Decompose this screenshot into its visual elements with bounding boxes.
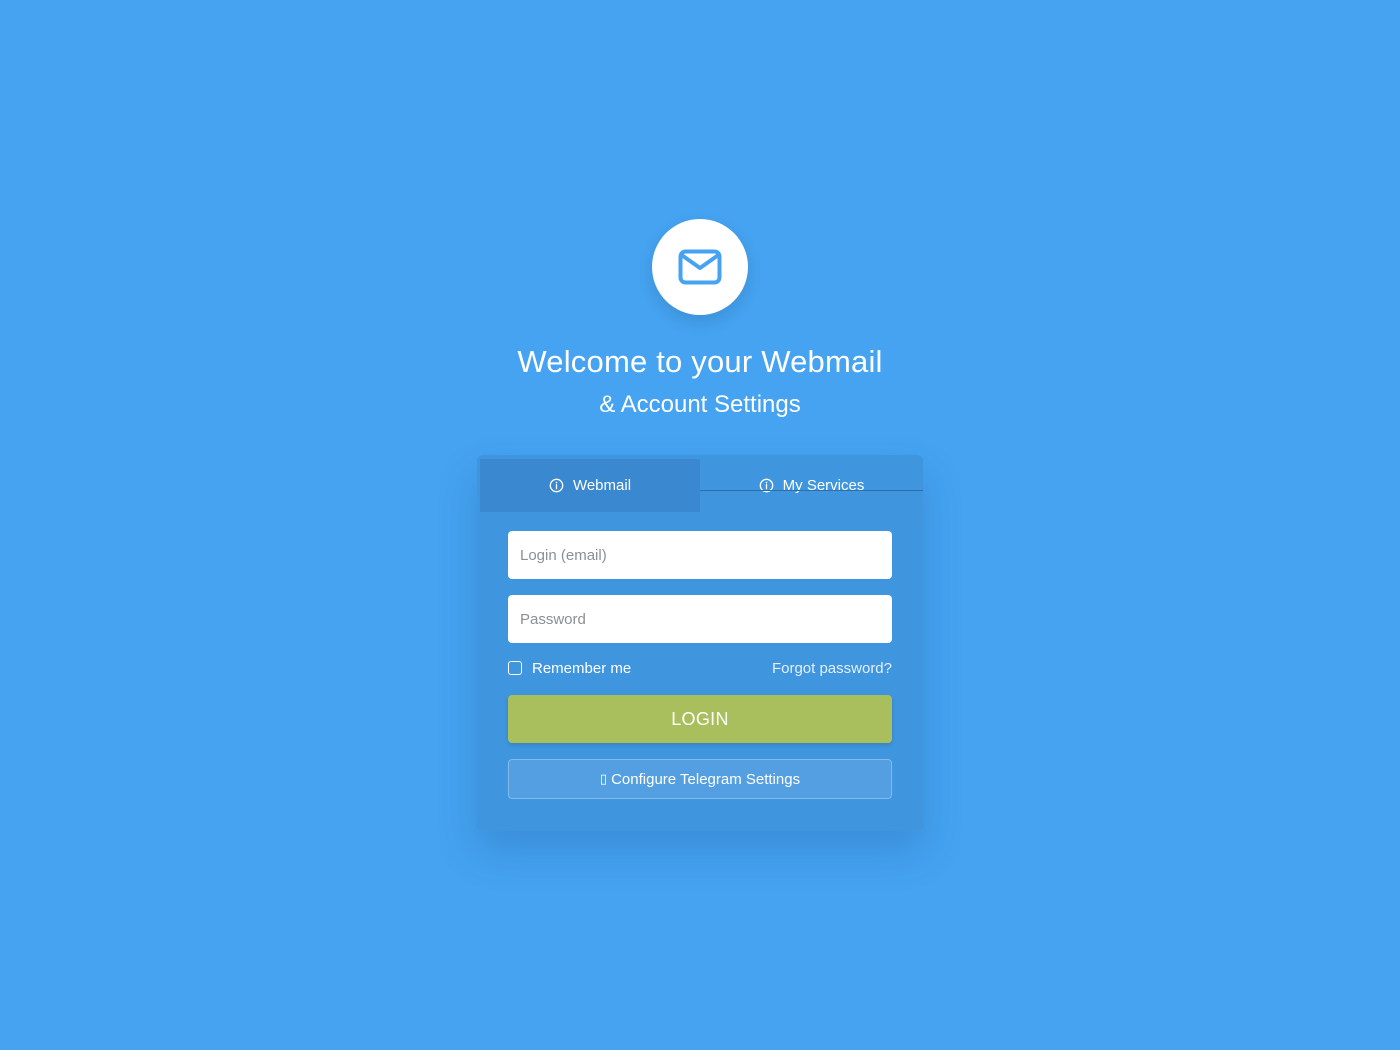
login-page: Welcome to your Webmail & Account Settin… [0,0,1400,1050]
info-icon [549,478,564,493]
logo [652,219,748,315]
remember-row: Remember me Forgot password? [508,659,892,679]
page-title: Welcome to your Webmail [517,344,883,379]
remember-me-label[interactable]: Remember me [532,660,631,677]
tab-divider [700,490,923,491]
telegram-icon: ▯ [599,771,608,786]
envelope-icon [678,249,722,285]
configure-telegram-button[interactable]: ▯ Configure Telegram Settings [508,759,892,799]
tab-bar: Webmail My Services [480,459,923,512]
tab-my-services[interactable]: My Services [700,459,923,512]
configure-telegram-label: Configure Telegram Settings [611,770,801,788]
tab-my-services-label: My Services [782,477,865,494]
tab-webmail-label: Webmail [572,477,632,494]
forgot-password-link[interactable]: Forgot password? [772,660,892,677]
remember-me-checkbox[interactable] [508,661,522,675]
tab-webmail[interactable]: Webmail [480,459,700,512]
password-input[interactable] [508,595,892,643]
page-subtitle: & Account Settings [599,391,801,418]
login-button[interactable]: LOGIN [508,695,892,743]
login-card: Webmail My Services Remember me Forgot p… [477,455,923,831]
login-email-input[interactable] [508,531,892,579]
